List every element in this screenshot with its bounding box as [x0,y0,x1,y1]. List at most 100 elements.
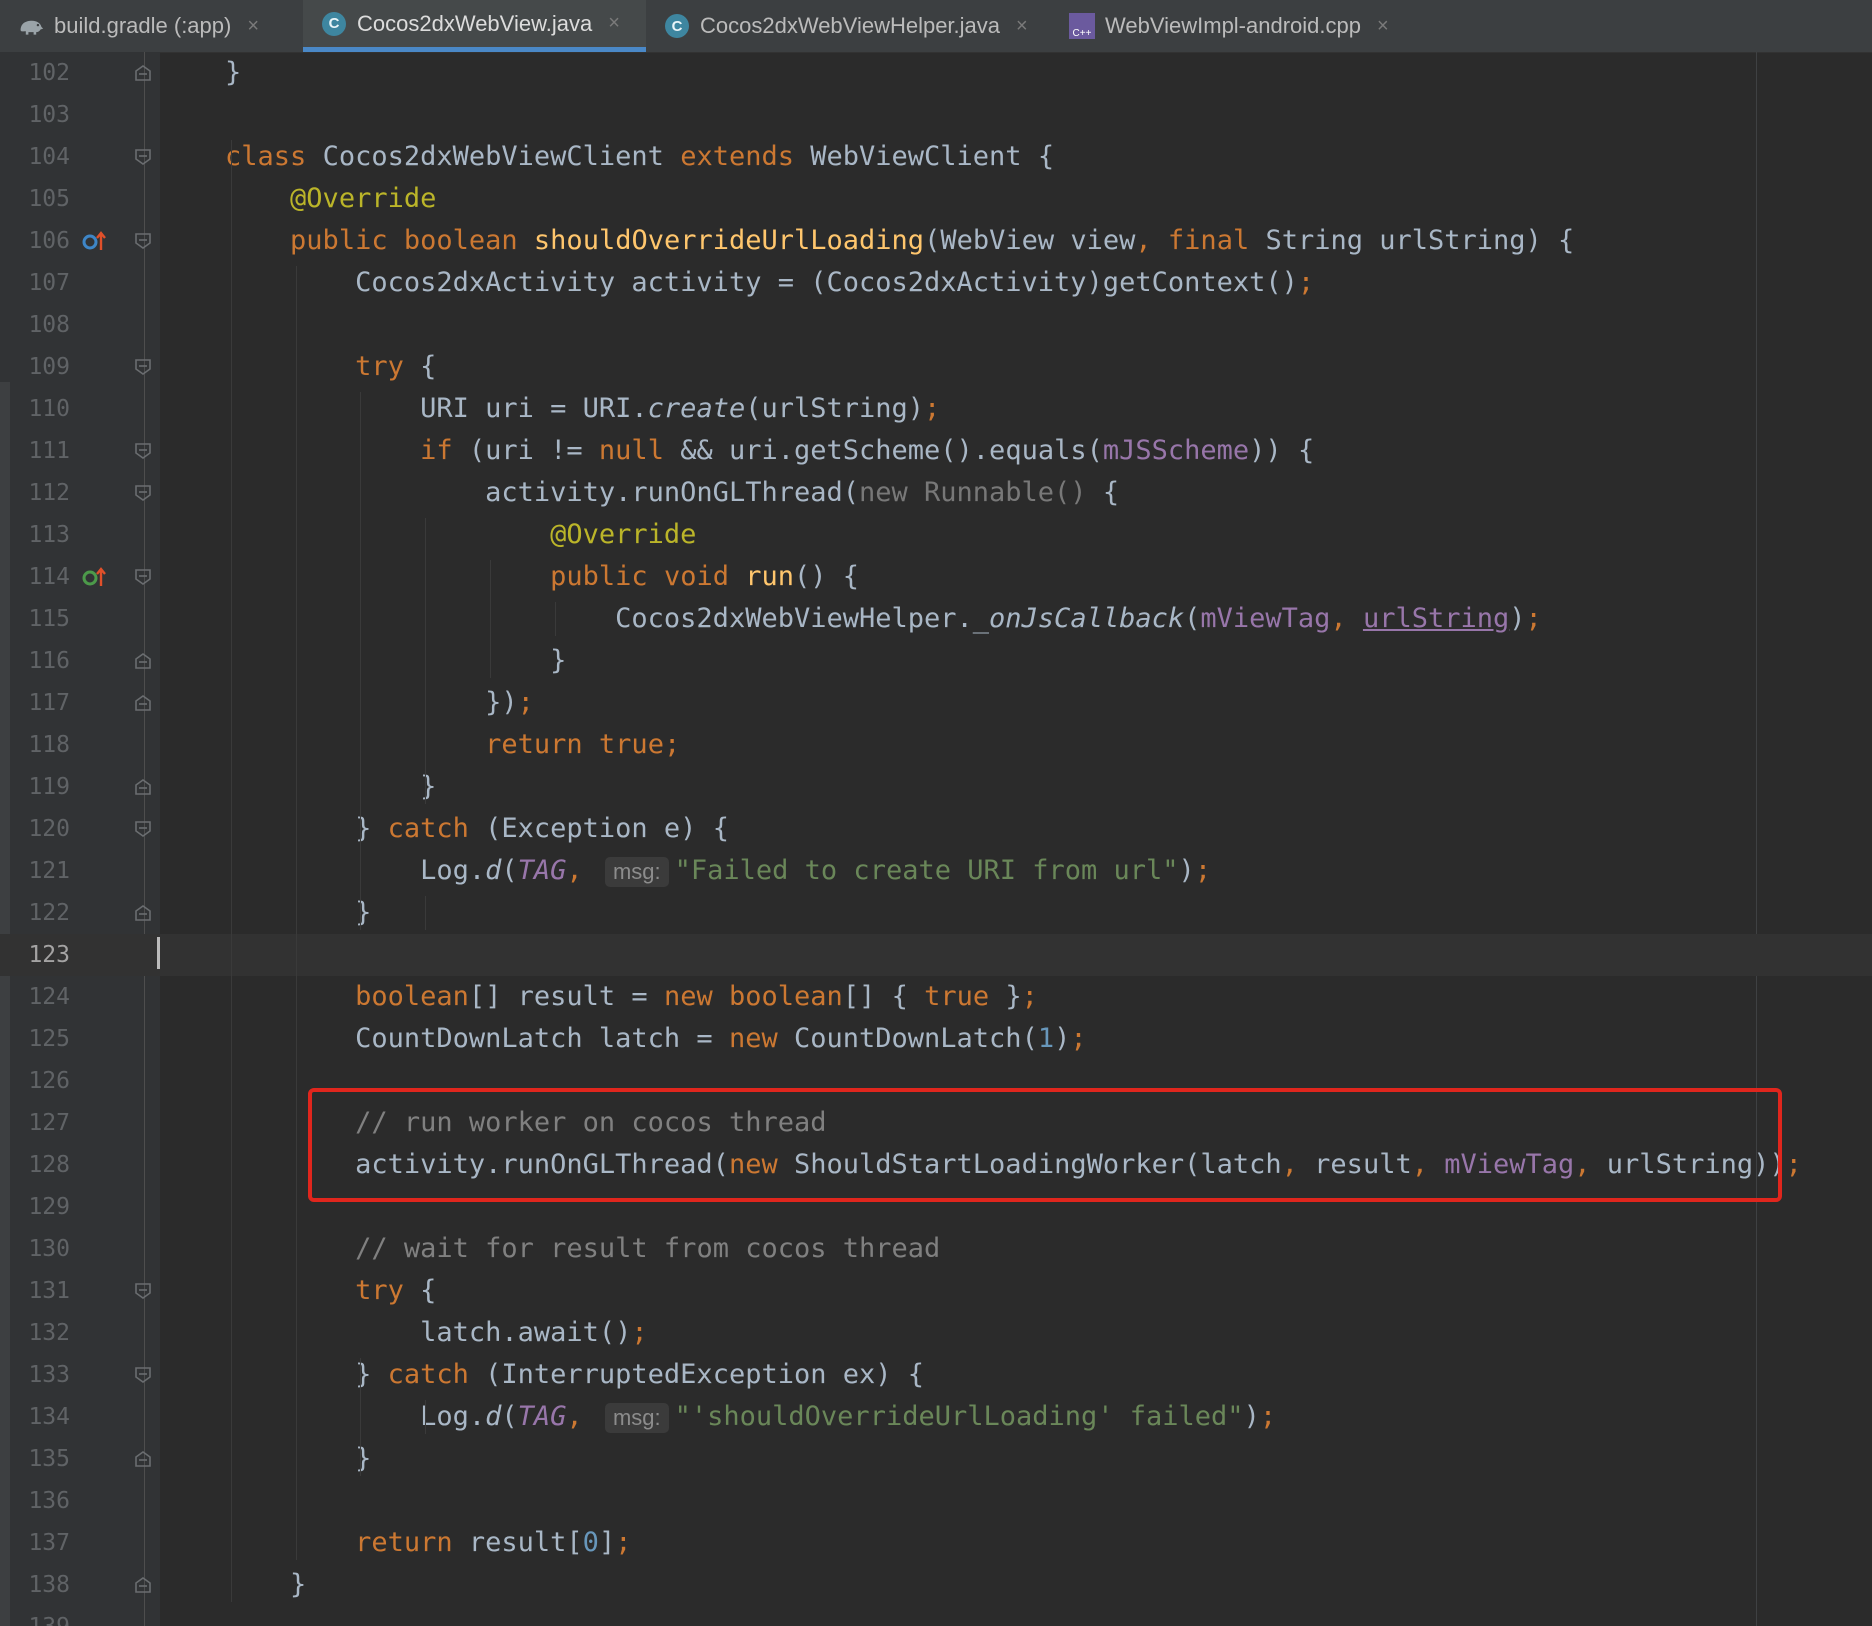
fold-collapse-icon[interactable] [134,358,152,376]
code-line[interactable]: 107 Cocos2dxActivity activity = (Cocos2d… [0,262,1872,304]
code-line[interactable]: 111 if (uri != null && uri.getScheme().e… [0,430,1872,472]
code-token: new [663,981,713,1012]
fold-collapse-icon[interactable] [134,1282,152,1300]
code-line[interactable]: 118 return true; [0,724,1872,766]
line-number: 128 [28,1152,70,1178]
fold-collapse-icon[interactable] [134,442,152,460]
code-line[interactable]: 104 class Cocos2dxWebViewClient extends … [0,136,1872,178]
code-line[interactable]: 134 Log.d(TAG, msg: "'shouldOverrideUrlLo… [0,1396,1872,1438]
code-token: ( [501,1401,518,1432]
code-text: try { [160,346,436,388]
code-token: public [550,561,648,592]
fold-end-icon[interactable] [134,1450,152,1468]
code-line[interactable]: 103 [0,94,1872,136]
code-line[interactable]: 137 return result[0]; [0,1522,1872,1564]
fold-collapse-icon[interactable] [134,484,152,502]
code-line[interactable]: 112 activity.runOnGLThread(new Runnable(… [0,472,1872,514]
fold-end-icon[interactable] [134,904,152,922]
close-tab-icon[interactable]: × [608,12,620,35]
code-line[interactable]: 136 [0,1480,1872,1522]
line-number: 110 [28,396,70,422]
tab-webviewimpl-android-cpp[interactable]: C++ WebViewImpl-android.cpp × [1051,0,1424,52]
code-line[interactable]: 132 latch.await(); [0,1312,1872,1354]
code-line[interactable]: 105 @Override [0,178,1872,220]
code-token: // wait for result from cocos thread [355,1233,941,1264]
code-line[interactable]: 138 } [0,1564,1872,1606]
code-line[interactable]: 113 @Override [0,514,1872,556]
code-line[interactable]: 124 boolean[] result = new boolean[] { t… [0,976,1872,1018]
implements-method-icon[interactable] [82,565,108,589]
close-tab-icon[interactable]: × [247,15,259,38]
fold-collapse-icon[interactable] [134,1366,152,1384]
tab-build-gradle-app[interactable]: build.gradle (:app) × [0,0,303,52]
code-line[interactable]: 106 public boolean shouldOverrideUrlLoad… [0,220,1872,262]
fold-collapse-icon[interactable] [134,568,152,586]
fold-collapse-icon[interactable] [134,232,152,250]
code-text: } [160,1438,371,1480]
tab-label: build.gradle (:app) [54,13,232,38]
code-line[interactable]: 110 URI uri = URI.create(urlString); [0,388,1872,430]
close-tab-icon[interactable]: × [1016,15,1028,38]
code-line[interactable]: 139 [0,1606,1872,1626]
code-text: URI uri = URI.create(urlString); [160,388,940,430]
close-tab-icon[interactable]: × [1377,15,1389,38]
code-line[interactable]: 133 } catch (InterruptedException ex) { [0,1354,1872,1396]
code-token: { [403,1275,437,1306]
code-token: , [566,855,599,886]
code-line[interactable]: 131 try { [0,1270,1872,1312]
fold-end-icon[interactable] [134,64,152,82]
code-token: 0 [582,1527,599,1558]
code-text: } catch (InterruptedException ex) { [160,1354,924,1396]
code-line[interactable]: 120 } catch (Exception e) { [0,808,1872,850]
code-token: boolean [729,981,843,1012]
code-line[interactable]: 114 public void run() { [0,556,1872,598]
code-line[interactable]: 117 }); [0,682,1872,724]
code-line[interactable]: 109 try { [0,346,1872,388]
code-token: ; [1259,1401,1277,1432]
tab-cocos2dxwebviewhelper-java[interactable]: C Cocos2dxWebViewHelper.java × [646,0,1051,52]
fold-end-icon[interactable] [134,1576,152,1594]
code-text: } [160,640,566,682]
code-line[interactable]: 121 Log.d(TAG, msg: "Failed to create URI… [0,850,1872,892]
code-line[interactable]: 130 // wait for result from cocos thread [0,1228,1872,1270]
code-editor[interactable]: 102 } 103 104 class Cocos2dxWebViewClient … [0,52,1872,1626]
indent-guide [360,1358,362,1476]
code-line[interactable]: 123 [0,934,1872,976]
line-number: 104 [28,144,70,170]
code-text: activity.runOnGLThread(new Runnable() { [160,472,1119,514]
code-token: ) [1054,1023,1071,1054]
line-number: 103 [28,102,70,128]
fold-collapse-icon[interactable] [134,148,152,166]
code-text: public void run() { [160,556,859,598]
fold-end-icon[interactable] [134,694,152,712]
code-token: create [647,393,746,424]
code-text: } [160,892,371,934]
code-text: @Override [160,514,696,556]
code-text: latch.await(); [160,1312,648,1354]
code-line[interactable]: 116 } [0,640,1872,682]
code-line[interactable]: 119 } [0,766,1872,808]
code-line[interactable]: 125 CountDownLatch latch = new CountDown… [0,1018,1872,1060]
fold-collapse-icon[interactable] [134,820,152,838]
code-line[interactable]: 135 } [0,1438,1872,1480]
code-token: true [598,729,664,760]
fold-end-icon[interactable] [134,778,152,796]
code-token: String urlString) { [1249,225,1575,256]
tab-cocos2dxwebview-java[interactable]: C Cocos2dxWebView.java × [303,0,646,52]
fold-end-icon[interactable] [134,652,152,670]
overrides-method-icon[interactable] [82,229,108,253]
line-number: 138 [28,1572,70,1598]
code-line[interactable]: 102 } [0,52,1872,94]
code-line[interactable]: 115 Cocos2dxWebViewHelper._onJsCallback(… [0,598,1872,640]
code-token: )) { [1249,435,1315,466]
code-line[interactable]: 108 [0,304,1872,346]
code-text: if (uri != null && uri.getScheme().equal… [160,430,1314,472]
code-line[interactable]: 122 } [0,892,1872,934]
line-number: 114 [28,564,70,590]
